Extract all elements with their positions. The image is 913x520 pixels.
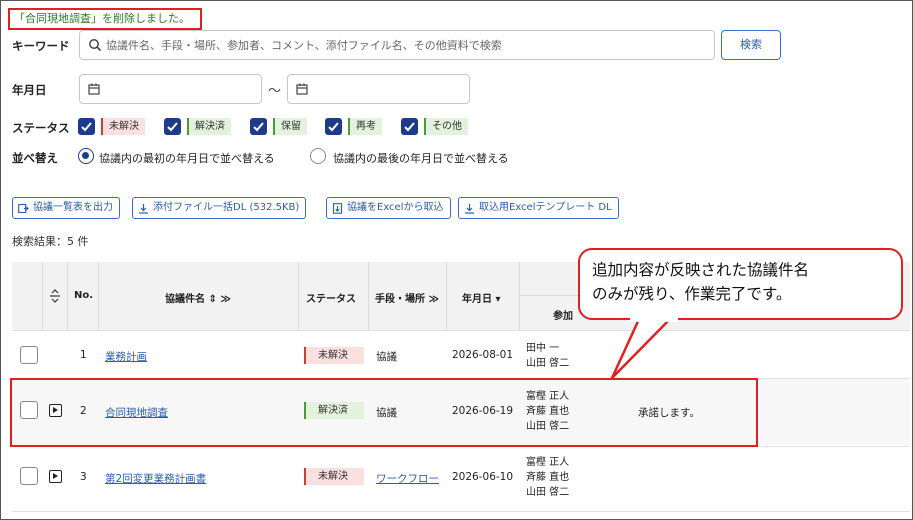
callout-annotation: 追加内容が反映された協議件名 のみが残り、作業完了です。 <box>578 248 903 320</box>
callout-line: のみが残り、作業完了です。 <box>592 285 792 303</box>
callout-tail-joint <box>630 314 678 322</box>
callout-line: 追加内容が反映された協議件名 <box>592 261 810 279</box>
